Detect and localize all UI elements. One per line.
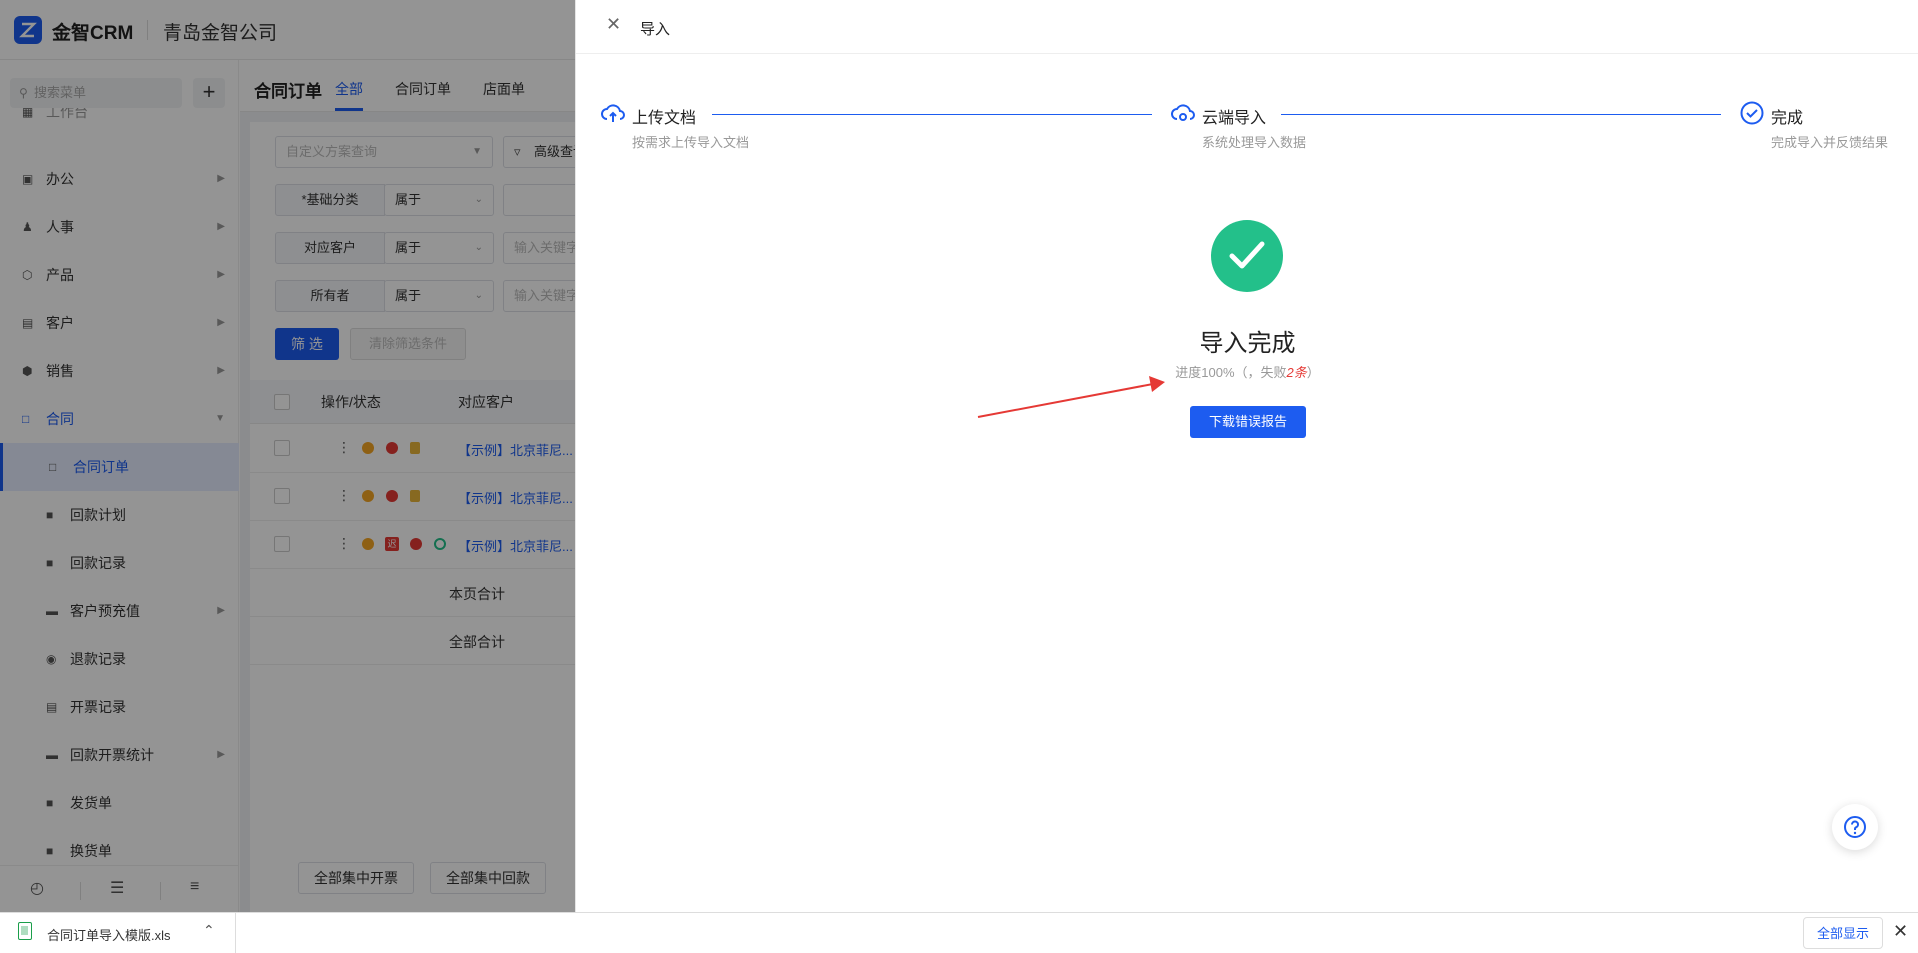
- download-error-report-button[interactable]: 下载错误报告: [1190, 406, 1306, 438]
- cloud-upload-icon: [601, 104, 625, 122]
- progress-suffix: ）: [1306, 365, 1320, 380]
- success-check-icon: [1211, 220, 1283, 292]
- import-complete-title: 导入完成: [1199, 330, 1296, 357]
- import-progress-text: 进度100%（，失败2条）: [576, 362, 1918, 381]
- app: 金智CRM 青岛金智公司 ⚲ 搜索菜单 + ▦ 工作台 ▣ 办公 ▶ ♟ 人事 ▶ ⬡ 产…: [0, 0, 1918, 912]
- download-file-name[interactable]: 合同订单导入模版.xls: [47, 925, 171, 944]
- step-desc: 按需求上传导入文档: [632, 135, 750, 150]
- drawer-header: ✕ 导入: [576, 0, 1918, 54]
- close-icon[interactable]: ✕: [606, 14, 621, 35]
- check-circle-icon: [1740, 101, 1764, 125]
- download-bar: 合同订单导入模版.xls ⌃ 全部显示 ✕: [0, 912, 1918, 953]
- fail-count: 2条: [1286, 365, 1307, 380]
- progress-prefix: 进度100%（，失败: [1175, 365, 1287, 380]
- step-title: 完成: [1771, 110, 1804, 127]
- cloud-sync-icon: [1171, 104, 1195, 121]
- chevron-up-icon[interactable]: ⌃: [203, 922, 215, 939]
- red-annotation-arrow-icon: [977, 376, 1165, 418]
- step-title: 云端导入: [1202, 110, 1267, 127]
- import-drawer: ✕ 导入 上传文档 按需求上传导入文档 云端导入 系统处理导入数据 完成 完成导…: [575, 0, 1918, 912]
- step-desc: 系统处理导入数据: [1202, 135, 1307, 150]
- step-connector: [1281, 114, 1721, 115]
- step-desc: 完成导入并反馈结果: [1771, 135, 1889, 150]
- question-icon: [1844, 816, 1866, 838]
- modal-mask[interactable]: [0, 0, 575, 912]
- show-all-button[interactable]: 全部显示: [1803, 917, 1883, 949]
- close-icon[interactable]: ✕: [1893, 921, 1908, 942]
- help-button[interactable]: [1832, 804, 1878, 850]
- excel-file-icon: [18, 922, 32, 940]
- divider: [235, 913, 236, 953]
- step-title: 上传文档: [632, 110, 697, 127]
- step-connector: [712, 114, 1152, 115]
- drawer-title: 导入: [640, 21, 671, 38]
